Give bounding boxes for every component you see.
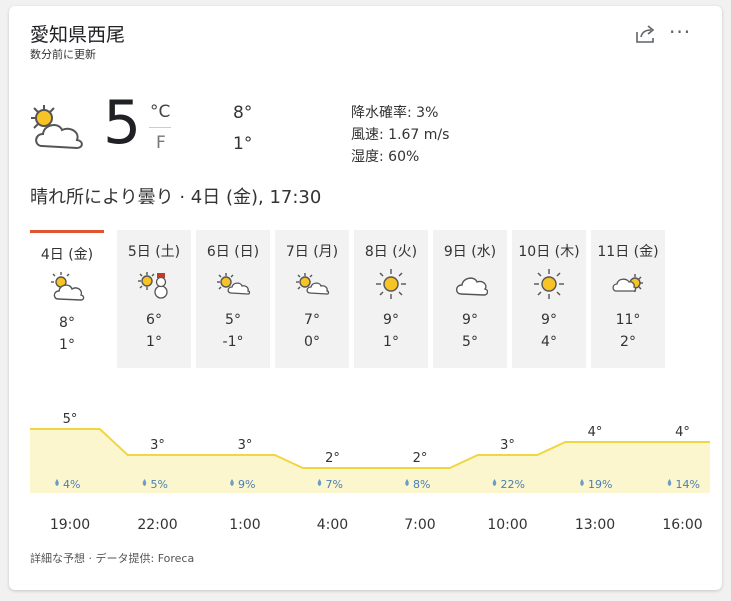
day-low: 1° xyxy=(146,334,162,350)
hourly-temperature-chart: 5° 4% 19:00 3° 5% 22:00 3° 9% 1:00 2° 7% 4:00 2° 8% 7:… xyxy=(30,412,710,533)
sun-snow-icon xyxy=(138,272,168,299)
wind-speed: 風速: 1.67 m/s xyxy=(351,127,450,143)
hour-temp-label: 2° xyxy=(325,451,340,466)
hour-time-label: 19:00 xyxy=(50,517,90,533)
day-tab[interactable]: 8日 (火) 9° 1° xyxy=(354,230,428,368)
hour-precip-label: 5% xyxy=(151,478,168,491)
hour-temp-label: 4° xyxy=(588,425,603,440)
partly-sunny-icon xyxy=(31,105,83,150)
hour-temp-label: 3° xyxy=(238,438,253,453)
hour-temp-label: 3° xyxy=(150,438,165,453)
day-tab[interactable]: 7日 (月) 7° 0° xyxy=(275,230,349,368)
day-name: 8日 (火) xyxy=(364,244,418,260)
day-low: 5° xyxy=(462,334,478,350)
updated-text: 数分前に更新 xyxy=(30,48,96,61)
hour-precip-label: 4% xyxy=(63,478,80,491)
hour-precip-label: 14% xyxy=(676,478,700,491)
location-title: 愛知県西尾 xyxy=(30,24,126,46)
cloud-sun-icon xyxy=(612,274,643,292)
humidity: 湿度: 60% xyxy=(351,149,420,165)
day-high: 5° xyxy=(225,312,241,328)
hour-temp-label: 5° xyxy=(63,412,78,427)
sun-icon xyxy=(534,269,564,299)
unit-celsius-toggle[interactable]: °C xyxy=(150,102,170,122)
hour-temp-label: 2° xyxy=(413,451,428,466)
day-low: 1° xyxy=(59,337,75,353)
day-name: 11日 (金) xyxy=(597,244,659,260)
day-tab[interactable]: 5日 (土) 6° 1° xyxy=(117,230,191,368)
day-tab[interactable]: 10日 (木) 9° 4° xyxy=(512,230,586,368)
hour-time-label: 10:00 xyxy=(487,517,527,533)
hour-precip-label: 9% xyxy=(238,478,255,491)
sun-cloud-icon xyxy=(296,273,330,295)
hour-precip-label: 22% xyxy=(501,478,525,491)
sun-cloud-icon xyxy=(217,273,251,295)
cloud-icon xyxy=(455,277,488,296)
day-low: 1° xyxy=(383,334,399,350)
today-low: 1° xyxy=(233,134,253,154)
share-icon[interactable] xyxy=(635,24,657,44)
unit-fahrenheit-toggle[interactable]: F xyxy=(156,133,166,153)
day-name: 10日 (木) xyxy=(518,244,580,260)
day-tab[interactable]: 11日 (金) 11° 2° xyxy=(591,230,665,368)
day-name: 7日 (月) xyxy=(285,244,339,260)
hour-precip-label: 7% xyxy=(326,478,343,491)
unit-divider xyxy=(149,127,171,128)
hour-time-label: 13:00 xyxy=(575,517,615,533)
daily-forecast: 4日 (金) 8° 1° 5日 (土) 6° 1° 6日 (日) 5° -1° … xyxy=(30,230,710,368)
hour-time-label: 4:00 xyxy=(317,517,348,533)
day-tab[interactable]: 6日 (日) 5° -1° xyxy=(196,230,270,368)
footer-credit: 詳細な予想 · データ提供: Foreca xyxy=(30,552,195,565)
hour-time-label: 1:00 xyxy=(229,517,260,533)
day-name: 9日 (水) xyxy=(443,244,497,260)
today-high: 8° xyxy=(233,103,253,123)
hour-time-label: 16:00 xyxy=(662,517,702,533)
day-high: 6° xyxy=(146,312,162,328)
day-tab[interactable]: 9日 (水) 9° 5° xyxy=(433,230,507,368)
day-high: 9° xyxy=(462,312,478,328)
day-low: 2° xyxy=(620,334,636,350)
day-tab[interactable]: 4日 (金) 8° 1° xyxy=(30,230,104,368)
day-high: 9° xyxy=(541,312,557,328)
day-high: 8° xyxy=(59,315,75,331)
day-high: 7° xyxy=(304,312,320,328)
day-name: 4日 (金) xyxy=(40,247,94,263)
day-name: 5日 (土) xyxy=(127,244,181,260)
hour-precip-label: 8% xyxy=(413,478,430,491)
hour-time-label: 22:00 xyxy=(137,517,177,533)
more-options-icon[interactable]: ··· xyxy=(669,20,691,44)
sun-icon xyxy=(376,269,406,299)
precip-probability: 降水確率: 3% xyxy=(351,105,439,121)
day-high: 11° xyxy=(615,312,641,328)
day-low: 4° xyxy=(541,334,557,350)
hour-time-label: 7:00 xyxy=(404,517,435,533)
hour-precip-label: 19% xyxy=(588,478,612,491)
day-high: 9° xyxy=(383,312,399,328)
current-temperature: 5 xyxy=(103,88,142,158)
hour-temp-label: 4° xyxy=(675,425,690,440)
hour-temp-label: 3° xyxy=(500,438,515,453)
day-name: 6日 (日) xyxy=(206,244,260,260)
condition-text: 晴れ所により曇り · 4日 (金), 17:30 xyxy=(30,187,322,208)
weather-card: 愛知県西尾 数分前に更新 ··· 5 °C F 8° 1° 降水確率: 3% 風… xyxy=(9,6,722,590)
day-low: -1° xyxy=(222,334,244,350)
partly-sunny-icon xyxy=(51,272,85,301)
day-low: 0° xyxy=(304,334,320,350)
